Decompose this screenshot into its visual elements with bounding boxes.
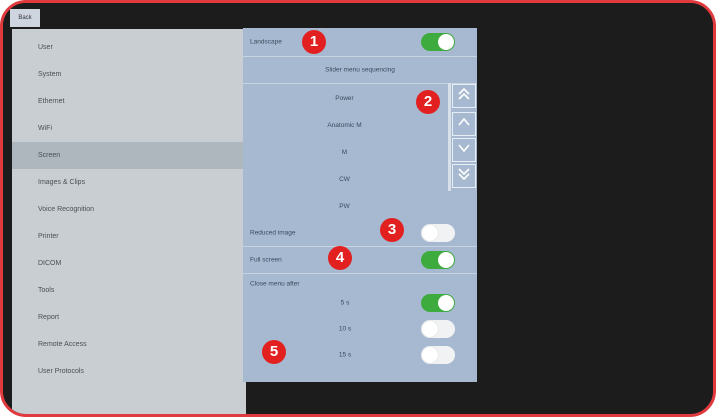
slider-item-anatomic-m[interactable]: Anatomic M [243, 113, 446, 139]
reduced-image-row: Reduced image [243, 220, 477, 247]
slider-item-cw[interactable]: CW [243, 167, 446, 193]
landscape-toggle[interactable] [421, 33, 455, 51]
sidebar-item-wifi[interactable]: WiFi [12, 115, 246, 142]
toggle-knob [438, 252, 454, 268]
scroll-to-bottom-button[interactable] [452, 164, 476, 188]
sidebar-item-ethernet[interactable]: Ethernet [12, 88, 246, 115]
landscape-row: Landscape [243, 28, 477, 57]
sidebar-item-screen[interactable]: Screen [12, 142, 246, 169]
sidebar-item-voice-recognition[interactable]: Voice Recognition [12, 196, 246, 223]
sidebar-item-user[interactable]: User [12, 34, 246, 61]
full-screen-label: Full screen [250, 256, 282, 264]
sidebar-item-tools[interactable]: Tools [12, 277, 246, 304]
reduced-image-toggle[interactable] [421, 224, 455, 242]
close-after-5s-toggle[interactable] [421, 294, 455, 312]
toggle-knob [438, 295, 454, 311]
sidebar-item-remote-access[interactable]: Remote Access [12, 331, 246, 358]
callout-4: 4 [328, 246, 352, 270]
close-after-option: 10 s [243, 316, 477, 342]
slider-menu-header-row: Slider menu sequencing [243, 57, 477, 84]
callout-1: 1 [302, 30, 326, 54]
callout-2: 2 [416, 90, 440, 114]
full-screen-toggle[interactable] [421, 251, 455, 269]
double-down-chevron-icon [457, 168, 471, 184]
toggle-knob [438, 34, 454, 50]
double-up-chevron-icon [457, 87, 471, 104]
scroll-up-button[interactable] [452, 112, 476, 136]
slider-menu-header: Slider menu sequencing [325, 66, 395, 74]
down-chevron-icon [457, 142, 471, 158]
scroll-to-top-button[interactable] [452, 84, 476, 108]
sidebar-item-printer[interactable]: Printer [12, 223, 246, 250]
sidebar-item-images-clips[interactable]: Images & Clips [12, 169, 246, 196]
toggle-knob [422, 321, 438, 337]
close-menu-after-label: Close menu after [250, 280, 300, 288]
sidebar-item-report[interactable]: Report [12, 304, 246, 331]
back-button[interactable]: Back [10, 9, 40, 27]
scroll-down-button[interactable] [452, 138, 476, 162]
callout-5: 5 [262, 340, 286, 364]
landscape-label: Landscape [250, 38, 282, 46]
sidebar-item-dicom[interactable]: DICOM [12, 250, 246, 277]
slider-item-m[interactable]: M [243, 140, 446, 166]
sidebar-item-user-protocols[interactable]: User Protocols [12, 358, 246, 385]
slider-list-scrollbar[interactable] [448, 83, 451, 191]
sidebar-item-system[interactable]: System [12, 61, 246, 88]
toggle-knob [422, 225, 438, 241]
close-after-option: 5 s [243, 290, 477, 316]
up-chevron-icon [457, 116, 471, 132]
close-after-10s-toggle[interactable] [421, 320, 455, 338]
slider-item-pw[interactable]: PW [243, 194, 446, 220]
reduced-image-label: Reduced image [250, 229, 296, 237]
top-bar: Back [3, 3, 713, 29]
settings-sidebar: User System Ethernet WiFi Screen Images … [12, 29, 246, 414]
close-after-15s-toggle[interactable] [421, 346, 455, 364]
full-screen-row: Full screen [243, 247, 477, 274]
screen-settings-panel: Landscape Slider menu sequencing Power A… [243, 28, 477, 382]
toggle-knob [422, 347, 438, 363]
callout-3: 3 [380, 218, 404, 242]
